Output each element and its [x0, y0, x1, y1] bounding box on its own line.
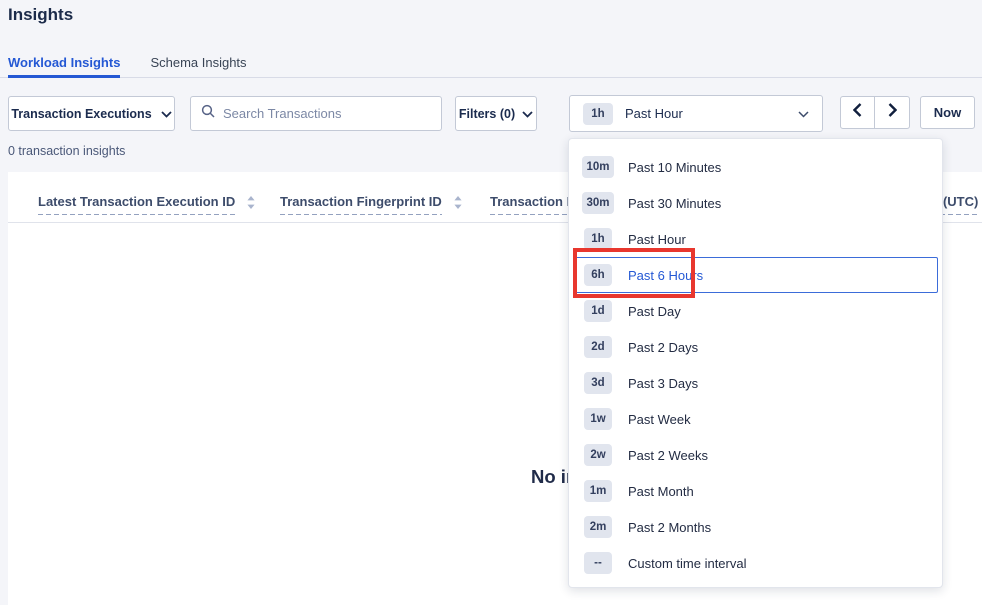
column-label[interactable]: Latest Transaction Execution ID	[38, 194, 235, 215]
time-option-badge: 30m	[582, 192, 613, 214]
badge-wrap: 1h	[582, 228, 614, 250]
time-option-label: Past 10 Minutes	[628, 160, 721, 175]
column-header-latest-transaction-execution-id: Latest Transaction Execution ID	[38, 194, 255, 215]
time-option-badge: 1w	[584, 408, 612, 430]
filters-label: Filters (0)	[459, 107, 515, 121]
transaction-type-label: Transaction Executions	[11, 107, 151, 121]
badge-wrap: 2w	[582, 444, 614, 466]
transaction-type-selector[interactable]: Transaction Executions	[8, 96, 175, 131]
time-option-badge: 1m	[584, 480, 612, 502]
time-option-label: Past Day	[628, 304, 681, 319]
filters-button[interactable]: Filters (0)	[455, 96, 537, 131]
sort-icon[interactable]	[247, 196, 255, 214]
next-interval-button[interactable]	[875, 96, 910, 129]
time-option-label: Past Hour	[628, 232, 686, 247]
time-option-badge: 1d	[584, 300, 612, 322]
search-icon	[201, 104, 215, 123]
time-option-custom-time-interval[interactable]: -- Custom time interval	[573, 545, 938, 581]
time-option-label: Past 6 Hours	[628, 268, 703, 283]
time-option-label: Past 30 Minutes	[628, 196, 721, 211]
time-option-past-month[interactable]: 1m Past Month	[573, 473, 938, 509]
sort-icon[interactable]	[454, 196, 462, 214]
time-option-past-hour[interactable]: 1h Past Hour	[573, 221, 938, 257]
chevron-down-icon	[522, 107, 533, 121]
time-option-label: Past 2 Months	[628, 520, 711, 535]
badge-wrap: 30m	[582, 192, 614, 214]
now-button[interactable]: Now	[920, 96, 975, 129]
badge-wrap: 1w	[582, 408, 614, 430]
time-option-badge: 3d	[584, 372, 612, 394]
chevron-down-icon	[161, 107, 172, 121]
badge-wrap: 1d	[582, 300, 614, 322]
column-header-transaction-fingerprint-id: Transaction Fingerprint ID	[280, 194, 462, 215]
time-option-label: Past 2 Days	[628, 340, 698, 355]
results-count: 0 transaction insights	[8, 144, 125, 158]
time-option-label: Custom time interval	[628, 556, 746, 571]
badge-wrap: 1m	[582, 480, 614, 502]
tabs: Workload Insights Schema Insights	[0, 46, 982, 78]
badge-wrap: 10m	[582, 156, 614, 178]
badge-wrap: 2d	[582, 336, 614, 358]
search-input[interactable]	[223, 106, 431, 121]
time-option-past-week[interactable]: 1w Past Week	[573, 401, 938, 437]
time-option-past-30-minutes[interactable]: 30m Past 30 Minutes	[573, 185, 938, 221]
time-option-past-2-months[interactable]: 2m Past 2 Months	[573, 509, 938, 545]
time-interval-selector[interactable]: 1h Past Hour	[569, 95, 823, 132]
chevron-left-icon	[853, 103, 862, 122]
time-option-badge: --	[584, 552, 612, 574]
time-option-past-6-hours[interactable]: 6h Past 6 Hours	[573, 257, 938, 293]
chevron-down-icon	[798, 105, 809, 123]
tab-workload-insights[interactable]: Workload Insights	[8, 46, 120, 78]
time-option-badge: 2w	[584, 444, 612, 466]
time-option-label: Past 3 Days	[628, 376, 698, 391]
time-option-label: Past Month	[628, 484, 694, 499]
time-interval-dropdown: 10m Past 10 Minutes 30m Past 30 Minutes …	[568, 138, 943, 588]
time-interval-badge: 1h	[583, 103, 613, 125]
chevron-right-icon	[888, 103, 897, 122]
time-option-past-10-minutes[interactable]: 10m Past 10 Minutes	[573, 149, 938, 185]
page-title: Insights	[8, 5, 73, 25]
time-option-badge: 2m	[584, 516, 612, 538]
time-option-badge: 10m	[582, 156, 613, 178]
search-box	[190, 96, 442, 131]
tab-schema-insights[interactable]: Schema Insights	[150, 46, 246, 78]
time-option-badge: 2d	[584, 336, 612, 358]
previous-interval-button[interactable]	[840, 96, 875, 129]
time-option-past-3-days[interactable]: 3d Past 3 Days	[573, 365, 938, 401]
time-option-past-2-days[interactable]: 2d Past 2 Days	[573, 329, 938, 365]
badge-wrap: --	[582, 552, 614, 574]
time-option-past-2-weeks[interactable]: 2w Past 2 Weeks	[573, 437, 938, 473]
column-label[interactable]: Transaction Fingerprint ID	[280, 194, 442, 215]
badge-wrap: 6h	[582, 264, 614, 286]
time-option-badge: 6h	[584, 264, 612, 286]
badge-wrap: 3d	[582, 372, 614, 394]
time-nav-arrows	[840, 96, 910, 129]
time-option-label: Past 2 Weeks	[628, 448, 708, 463]
time-option-badge: 1h	[584, 228, 612, 250]
time-option-label: Past Week	[628, 412, 691, 427]
badge-wrap: 2m	[582, 516, 614, 538]
time-interval-label: Past Hour	[625, 106, 683, 121]
time-option-past-day[interactable]: 1d Past Day	[573, 293, 938, 329]
